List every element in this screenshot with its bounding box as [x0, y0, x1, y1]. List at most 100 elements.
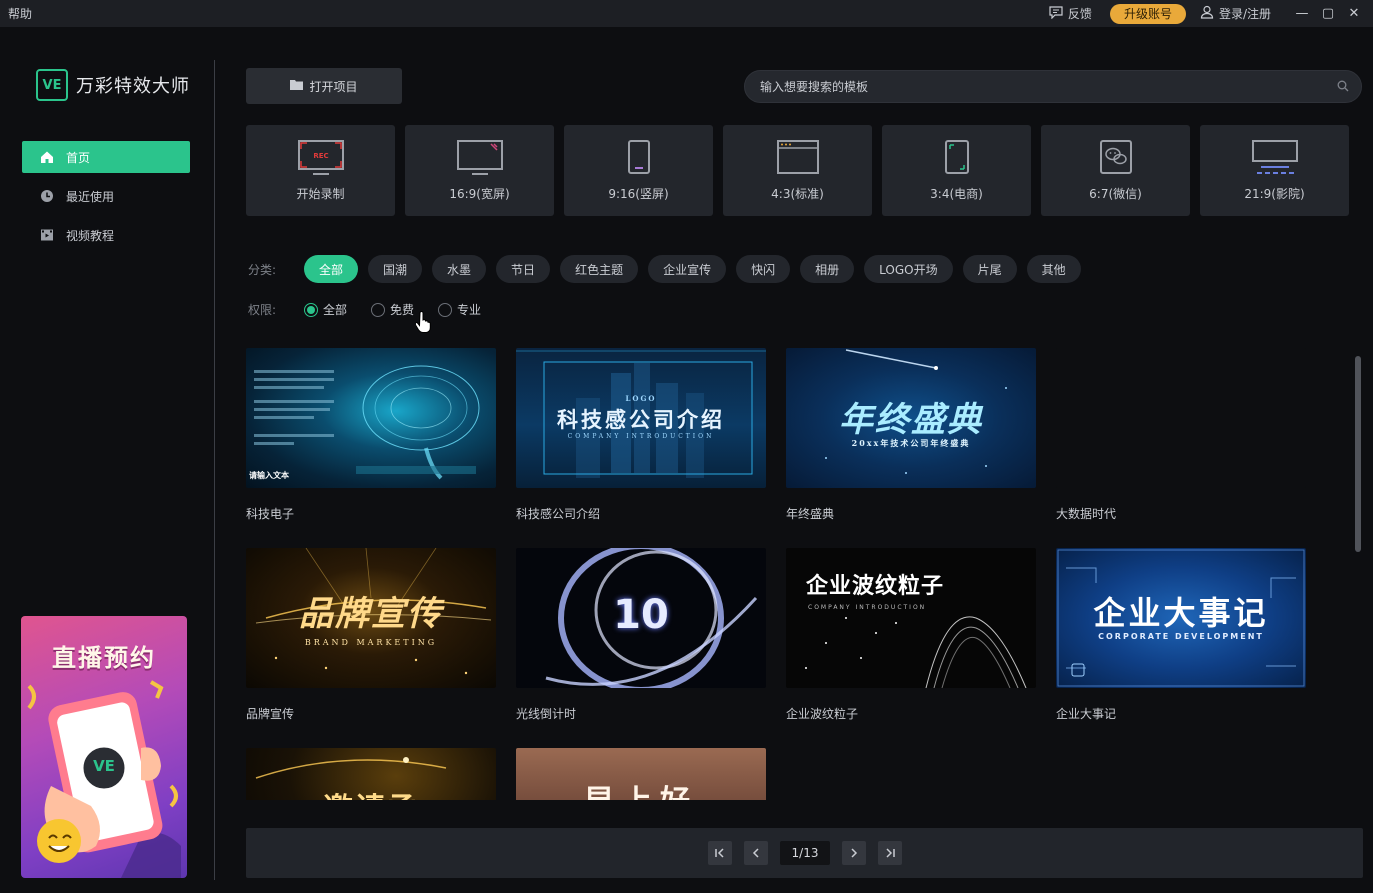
minimize-button[interactable]: — [1289, 0, 1315, 27]
radio-label: 免费 [390, 303, 415, 317]
category-chip[interactable]: LOGO开场 [864, 255, 953, 283]
template-thumbnail[interactable]: LOGO 科技感公司介绍 COMPANY INTRODUCTION [516, 348, 766, 488]
template-card[interactable]: LOGO 科技感公司介绍 COMPANY INTRODUCTION 科技感公司介… [516, 348, 766, 522]
category-chip[interactable]: 快闪 [736, 255, 791, 283]
category-chip[interactable]: 片尾 [962, 255, 1017, 283]
radio-button[interactable] [304, 302, 318, 317]
template-card[interactable]: 企业大事记 CORPORATE DEVELOPMENT 企业大事记 [1056, 548, 1306, 722]
template-card[interactable]: 大数据时代 [1056, 348, 1306, 522]
sidebar-item-recent[interactable]: 最近使用 [22, 180, 190, 212]
first-page-icon [715, 848, 724, 858]
category-chip[interactable]: 水墨 [432, 255, 487, 283]
ratio-card-record[interactable]: REC 开始录制 [246, 125, 395, 216]
template-card[interactable]: 企业波纹粒子 COMPANY INTRODUCTION 企业波纹粒子 [786, 548, 1036, 722]
close-button[interactable]: ✕ [1341, 0, 1367, 27]
help-menu[interactable]: 帮助 [8, 5, 32, 22]
template-name: 科技电子 [246, 507, 295, 521]
template-card[interactable]: 10 光线倒计时 [516, 548, 766, 722]
category-chip[interactable]: 红色主题 [560, 255, 639, 283]
permission-filter: 权限: 全部 免费 专业 [248, 301, 505, 318]
login-register-button[interactable]: 登录/注册 [1200, 5, 1271, 22]
radio-label: 专业 [457, 303, 482, 317]
standard-icon [776, 140, 819, 174]
next-page-button[interactable] [842, 841, 866, 865]
template-thumbnail[interactable]: 10 [516, 548, 766, 688]
app-name: 万彩特效大师 [76, 76, 190, 97]
category-chip[interactable]: 全部 [304, 255, 359, 283]
template-card[interactable]: 品牌宣传 BRAND MARKETING 品牌宣传 [246, 548, 496, 722]
template-name: 品牌宣传 [246, 707, 295, 721]
maximize-icon: ▢ [1321, 6, 1335, 21]
permission-option-pro[interactable]: 专业 [438, 301, 481, 318]
category-chip[interactable]: 节日 [496, 255, 551, 283]
page-indicator[interactable]: 1/13 [780, 841, 830, 865]
sidebar-item-tutorials[interactable]: 视频教程 [22, 219, 190, 251]
live-booking-banner[interactable]: 直播预约 VE [21, 616, 187, 878]
category-chip[interactable]: 国潮 [368, 255, 423, 283]
ratio-card-4-3[interactable]: 4:3(标准) [723, 125, 872, 216]
template-name: 光线倒计时 [516, 707, 577, 721]
thumbnail-text: 请输入文本 [249, 471, 289, 480]
promo-ve-badge: VE [93, 757, 115, 775]
last-page-button[interactable] [878, 841, 902, 865]
maximize-button[interactable]: ▢ [1315, 0, 1341, 27]
template-card[interactable]: 早上好 [516, 748, 766, 800]
thumbnail-subtitle: 20xx年技术公司年终盛典 [851, 438, 971, 448]
scrollbar-thumb[interactable] [1355, 356, 1361, 552]
ratio-card-21-9[interactable]: 21:9(影院) [1200, 125, 1349, 216]
minimize-icon: — [1295, 6, 1309, 21]
radio-label: 全部 [323, 303, 348, 317]
template-name: 企业波纹粒子 [786, 707, 859, 721]
prev-page-button[interactable] [744, 841, 768, 865]
template-thumbnail[interactable] [1056, 348, 1306, 488]
template-thumbnail[interactable]: 早上好 [516, 748, 766, 800]
upgrade-account-button[interactable]: 升级账号 [1109, 3, 1186, 24]
category-chip[interactable]: 相册 [800, 255, 855, 283]
home-icon [40, 150, 54, 164]
category-chip[interactable]: 其他 [1026, 255, 1081, 283]
template-card[interactable]: 年终盛典 20xx年技术公司年终盛典 年终盛典 [786, 348, 1036, 522]
logo-mark: VE [36, 69, 68, 101]
chevron-right-icon [851, 848, 858, 858]
ratio-card-6-7[interactable]: 6:7(微信) [1041, 125, 1190, 216]
permission-option-all[interactable]: 全部 [304, 301, 347, 318]
radio-button[interactable] [438, 302, 453, 317]
wechat-icon [1099, 140, 1132, 174]
first-page-button[interactable] [708, 841, 732, 865]
template-card[interactable]: 请输入文本 科技电子 [246, 348, 496, 522]
category-chip[interactable]: 企业宣传 [648, 255, 727, 283]
template-name: 科技感公司介绍 [516, 507, 601, 521]
thumbnail-subtitle: CORPORATE DEVELOPMENT [1098, 632, 1264, 641]
feedback-button[interactable]: 反馈 [1049, 5, 1092, 22]
cinema-icon [1251, 140, 1298, 174]
template-name: 大数据时代 [1056, 507, 1117, 521]
hand-cursor-icon [416, 311, 431, 333]
template-card[interactable]: 邀请函 [246, 748, 496, 800]
radio-button[interactable] [371, 302, 386, 317]
ratio-label: 3:4(电商) [930, 187, 983, 201]
template-grid: 请输入文本 科技电子 LOGO 科技感公司介绍 COMPANY INTRODUC… [246, 348, 1346, 800]
folder-icon [290, 79, 304, 93]
search-icon[interactable] [1337, 80, 1349, 95]
open-project-button[interactable]: 打开项目 [246, 68, 402, 104]
app-logo: VE 万彩特效大师 [36, 69, 190, 101]
category-label: 分类: [248, 262, 277, 277]
ratio-card-3-4[interactable]: 3:4(电商) [882, 125, 1031, 216]
permission-option-free[interactable]: 免费 [371, 301, 414, 318]
open-project-label: 打开项目 [309, 79, 358, 94]
template-thumbnail[interactable]: 年终盛典 20xx年技术公司年终盛典 [786, 348, 1036, 488]
template-thumbnail[interactable]: 企业大事记 CORPORATE DEVELOPMENT [1056, 548, 1306, 688]
chat-icon [1049, 5, 1063, 22]
search-input[interactable] [760, 79, 1320, 94]
template-thumbnail[interactable]: 企业波纹粒子 COMPANY INTRODUCTION [786, 548, 1036, 688]
sidebar-item-label: 视频教程 [66, 228, 115, 243]
template-thumbnail[interactable]: 品牌宣传 BRAND MARKETING [246, 548, 496, 688]
sidebar-item-home[interactable]: 首页 [22, 141, 190, 173]
ratio-card-16-9[interactable]: 16:9(宽屏) [405, 125, 554, 216]
thumbnail-countdown-number: 10 [613, 592, 669, 638]
template-thumbnail[interactable]: 请输入文本 [246, 348, 496, 488]
template-name: 年终盛典 [786, 507, 835, 521]
ratio-card-9-16[interactable]: 9:16(竖屏) [564, 125, 713, 216]
template-thumbnail[interactable]: 邀请函 [246, 748, 496, 800]
close-icon: ✕ [1348, 6, 1360, 21]
